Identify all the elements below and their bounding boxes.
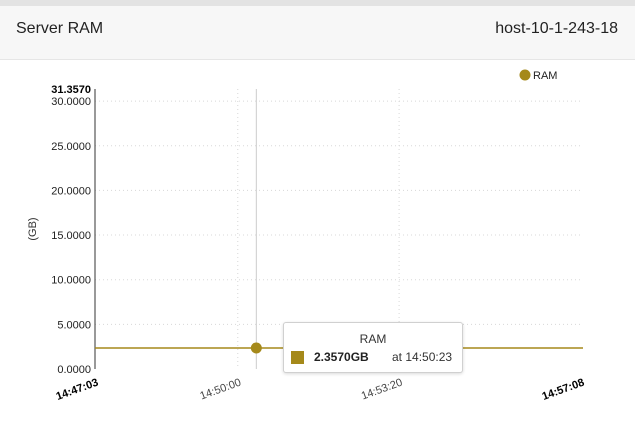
y-tick-label: 0.0000 xyxy=(57,364,91,376)
y-tick-label: 25.0000 xyxy=(51,141,91,153)
legend-label-ram: RAM xyxy=(533,70,557,82)
panel-title: Server RAM xyxy=(16,20,104,37)
y-tick-label: 15.0000 xyxy=(51,230,91,242)
x-tick-label: 14:47:03 xyxy=(55,377,100,403)
x-tick-label: 14:50:00 xyxy=(198,377,242,403)
y-tick-label: 5.0000 xyxy=(57,319,91,331)
y-max-label: 31.3570 xyxy=(51,84,91,96)
tooltip-value: 2.3570GB xyxy=(314,350,369,364)
y-tick-label: 10.0000 xyxy=(51,275,91,287)
ram-line-chart[interactable]: 0.0000 5.0000 10.0000 15.0000 20.0000 25.0000… xyxy=(0,60,635,442)
y-tick-label: 20.0000 xyxy=(51,185,91,197)
panel-header: Server RAM host-10-1-243-18 xyxy=(0,6,635,60)
highlight-point xyxy=(250,342,262,354)
value-tooltip: RAM 2.3570GB at 14:50:23 xyxy=(283,322,463,373)
y-axis-title: (GB) xyxy=(27,217,39,240)
y-tick-label: 30.0000 xyxy=(51,96,91,108)
tooltip-title: RAM xyxy=(359,332,387,346)
tooltip-time: at 14:50:23 xyxy=(392,350,453,364)
x-tick-label: 14:53:20 xyxy=(360,377,404,403)
legend-swatch-ram xyxy=(519,69,531,81)
host-name: host-10-1-243-18 xyxy=(495,20,618,37)
legend[interactable]: RAM xyxy=(519,69,558,83)
tooltip-swatch xyxy=(291,351,304,364)
x-tick-label: 14:57:08 xyxy=(541,377,586,403)
